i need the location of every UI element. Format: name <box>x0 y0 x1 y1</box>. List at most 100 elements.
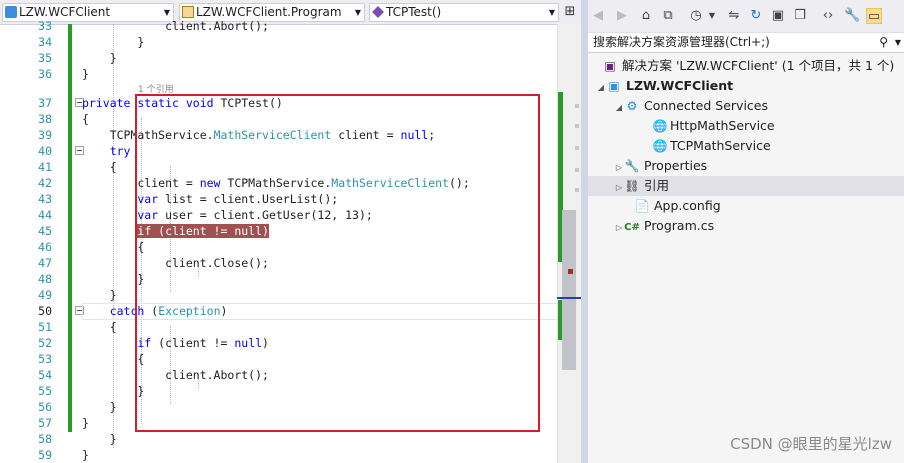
code-token: { <box>82 320 117 334</box>
code-line: } <box>82 34 144 50</box>
tree-project[interactable]: ◢ ▣ LZW.WCFClient <box>596 76 733 96</box>
change-tracking-bar <box>68 24 72 432</box>
tree-app-config[interactable]: 📄 App.config <box>634 196 721 216</box>
line-number: 50 <box>38 304 52 318</box>
references-icon: ⛓ <box>624 179 640 193</box>
line-number: 47 <box>38 256 52 270</box>
scroll-caret-marker <box>557 297 581 299</box>
view-code-icon[interactable]: ‹› <box>820 8 836 24</box>
code-line: } <box>82 447 89 463</box>
line-number: 51 <box>38 320 52 334</box>
scroll-breakpoint-marker <box>568 269 573 274</box>
code-line: try <box>82 143 131 159</box>
code-line: { <box>82 111 89 127</box>
split-window-button[interactable]: ⊞ <box>562 3 578 20</box>
code-line: { <box>82 159 117 175</box>
home-icon[interactable]: ⌂ <box>638 8 654 24</box>
scroll-marker <box>575 104 579 108</box>
code-line: { <box>82 319 117 335</box>
code-token: } <box>82 35 145 49</box>
chevron-down-icon[interactable]: ▼ <box>704 8 720 24</box>
line-number: 59 <box>38 448 52 462</box>
line-number: 54 <box>38 368 52 382</box>
chevron-down-icon: ▼ <box>354 8 361 17</box>
collapsed-icon[interactable]: ▷ <box>614 218 624 238</box>
csharp-project-icon: ▣ <box>608 79 620 93</box>
chevron-down-icon[interactable]: ▼ <box>895 33 901 52</box>
pending-changes-icon[interactable]: ◷ <box>688 8 704 24</box>
code-token: } <box>82 51 117 65</box>
line-number: 46 <box>38 240 52 254</box>
tree-http-service[interactable]: 🌐 HttpMathService <box>652 116 775 136</box>
code-token: Abort <box>213 19 249 33</box>
solution-icon: ▣ <box>604 59 616 73</box>
forward-icon[interactable]: ▶ <box>614 8 630 24</box>
switch-views-icon[interactable]: ⧉ <box>660 8 676 24</box>
line-number: 33 <box>38 19 52 33</box>
search-input[interactable]: 搜索解决方案资源管理器(Ctrl+;) ⚲ ▼ <box>588 33 904 53</box>
collapsed-icon[interactable]: ▷ <box>614 178 624 198</box>
line-number: 58 <box>38 432 52 446</box>
line-number: 34 <box>38 35 52 49</box>
properties-icon[interactable]: 🔧 <box>844 8 860 24</box>
line-number: 35 <box>38 51 52 65</box>
code-token: } <box>82 288 117 302</box>
line-number: 41 <box>38 160 52 174</box>
line-number: 57 <box>38 416 52 430</box>
tree-solution[interactable]: ▣ 解决方案 'LZW.WCFClient' (1 个项目，共 1 个) <box>602 56 894 76</box>
web-service-icon: 🌐 <box>652 119 668 133</box>
expanded-icon[interactable]: ◢ <box>596 78 606 98</box>
csharp-project-icon <box>5 6 17 18</box>
line-number: 43 <box>38 192 52 206</box>
line-number: 39 <box>38 128 52 142</box>
code-line: } <box>82 399 117 415</box>
line-number: 40 <box>38 144 52 158</box>
code-token: { <box>82 160 117 174</box>
connected-services-icon: ⚙ <box>626 99 638 113</box>
code-editor[interactable]: LZW.WCFClient ▼ LZW.WCFClient.Program ▼ TC… <box>0 0 581 463</box>
code-token: } <box>82 416 89 430</box>
preview-icon[interactable]: ▭ <box>866 8 882 24</box>
tree-program-cs[interactable]: ▷ C# Program.cs <box>614 216 714 236</box>
line-number: 38 <box>38 112 52 126</box>
code-token: (); <box>248 19 269 33</box>
tree-tcp-service[interactable]: 🌐 TCPMathService <box>652 136 771 156</box>
collapsed-icon[interactable]: ▷ <box>614 158 624 178</box>
scroll-marker <box>575 146 579 150</box>
scrollbar-thumb[interactable] <box>562 210 576 370</box>
line-number: 55 <box>38 384 52 398</box>
sync-icon[interactable]: ⇋ <box>726 8 742 24</box>
config-file-icon: 📄 <box>634 199 650 213</box>
method-icon <box>372 6 384 18</box>
code-line: client.Abort(); <box>82 18 269 34</box>
code-token: try <box>82 144 131 158</box>
tree-references[interactable]: ▷ ⛓ 引用 <box>588 176 904 196</box>
annotation-box <box>135 94 540 432</box>
scroll-marker <box>575 188 579 192</box>
back-icon[interactable]: ◀ <box>590 8 606 24</box>
show-all-files-icon[interactable]: ❐ <box>792 8 808 24</box>
code-token: } <box>82 400 117 414</box>
line-number: 37 <box>38 96 52 110</box>
csharp-file-icon: C# <box>624 222 640 233</box>
class-icon <box>182 6 194 18</box>
member-dropdown[interactable]: TCPTest() ▼ <box>369 3 559 22</box>
collapse-all-icon[interactable]: ▣ <box>770 8 786 24</box>
line-number: 48 <box>38 272 52 286</box>
web-service-icon: 🌐 <box>652 139 668 153</box>
code-line: } <box>82 431 117 447</box>
line-number: 45 <box>38 224 52 238</box>
tree-properties[interactable]: ▷ 🔧 Properties <box>614 156 707 176</box>
line-number: 44 <box>38 208 52 222</box>
tree-connected-services[interactable]: ◢ ⚙ Connected Services <box>614 96 768 116</box>
wrench-icon: 🔧 <box>624 159 640 173</box>
code-token: } <box>82 448 89 462</box>
expanded-icon[interactable]: ◢ <box>614 98 624 118</box>
refresh-icon[interactable]: ↻ <box>748 8 764 24</box>
solution-toolbar: ◀ ▶ ⌂ ⧉ ◷ ▼ ⇋ ↻ ▣ ❐ ‹› 🔧 ▭ <box>588 0 904 33</box>
search-icon[interactable]: ⚲ <box>879 33 888 52</box>
window-splitter[interactable] <box>581 0 588 463</box>
watermark: CSDN @眼里的星光lzw <box>730 435 892 453</box>
